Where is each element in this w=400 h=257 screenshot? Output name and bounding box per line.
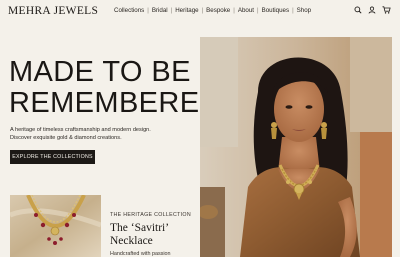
product-title[interactable]: The ‘Savitri’ Necklace — [110, 222, 200, 248]
hero-subtext-line: Discover exquisite gold & diamond creati… — [10, 134, 122, 141]
user-icon[interactable] — [368, 6, 376, 14]
explore-collections-button[interactable]: EXPLORE THE COLLECTIONS — [10, 150, 95, 164]
collection-kicker: THE HERITAGE COLLECTION — [110, 212, 191, 218]
page: MEHRA JEWELS Collections | Bridal | Heri… — [0, 0, 400, 257]
cart-icon[interactable] — [382, 6, 391, 14]
nav-item-collections[interactable]: Collections — [111, 7, 147, 14]
hero-headline: MADE TO BE REMEMBERED. — [9, 57, 229, 119]
header-icons — [354, 6, 391, 14]
product-description: Handcrafted with passion — [110, 251, 171, 257]
hero-subtext-line: A heritage of timeless craftsmanship and… — [10, 127, 151, 133]
nav-item-shop[interactable]: Shop — [294, 7, 314, 14]
product-title-line: The ‘Savitri’ — [110, 222, 170, 234]
brand-logo[interactable]: MEHRA JEWELS — [8, 5, 98, 17]
nav-item-heritage[interactable]: Heritage — [172, 7, 201, 14]
site-header: MEHRA JEWELS Collections | Bridal | Heri… — [0, 0, 400, 24]
search-icon[interactable] — [354, 6, 362, 14]
product-title-line: Necklace — [110, 235, 153, 247]
hero-headline-line: MADE TO BE — [9, 56, 191, 88]
hero-subtext: A heritage of timeless craftsmanship and… — [10, 127, 190, 142]
hero-headline-line: REMEMBERED. — [9, 87, 230, 119]
main-nav: Collections | Bridal | Heritage | Bespok… — [111, 7, 314, 14]
nav-item-bespoke[interactable]: Bespoke — [203, 7, 233, 14]
necklace-product-image[interactable] — [10, 195, 101, 257]
hero-model-image — [200, 37, 392, 257]
nav-item-bridal[interactable]: Bridal — [149, 7, 171, 14]
nav-item-boutiques[interactable]: Boutiques — [259, 7, 293, 14]
nav-item-about[interactable]: About — [235, 7, 257, 14]
